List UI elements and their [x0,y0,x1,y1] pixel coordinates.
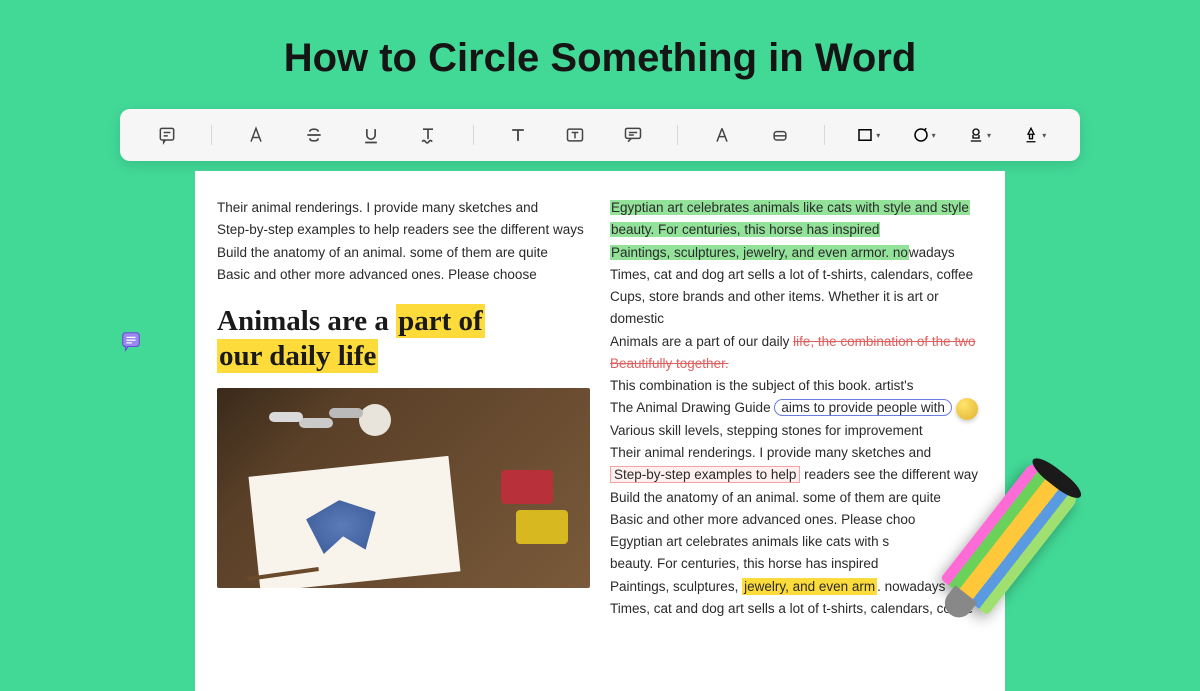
text-icon[interactable] [505,122,531,148]
document-page: Their animal renderings. I provide many … [195,171,1005,691]
strikethrough-text: Beautifully together. [610,356,729,371]
yellow-highlight: jewelry, and even arm [742,578,877,595]
body-text: Cups, store brands and other items. Whet… [610,286,983,331]
signature-button[interactable]: ▾ [1022,126,1046,144]
eraser-icon[interactable] [767,122,793,148]
highlighter-icon[interactable] [243,122,269,148]
strikethrough-icon[interactable] [301,122,327,148]
separator [824,125,825,145]
note-icon[interactable] [154,122,180,148]
green-highlight: Egyptian art celebrates animals like cat… [610,200,970,215]
circle-shape-button[interactable]: ▾ [912,126,936,144]
textbox-icon[interactable] [562,122,588,148]
pink-box-highlight: Step-by-step examples to help [610,466,800,483]
body-text: Times, cat and dog art sells a lot of t-… [610,264,983,286]
page-title: How to Circle Something in Word [0,0,1200,109]
separator [211,125,212,145]
chevron-down-icon: ▾ [932,131,936,140]
chevron-down-icon: ▾ [876,131,880,140]
annotation-toolbar: ▾ ▾ ▾ ▾ [120,109,1080,161]
body-text: Build the anatomy of an animal. some of … [217,242,590,264]
green-highlight: Paintings, sculptures, jewelry, and even… [610,245,909,260]
body-text: This combination is the subject of this … [610,375,983,397]
pencil-icon[interactable] [709,122,735,148]
chevron-down-icon: ▾ [987,131,991,140]
yellow-highlight: part of [396,304,485,338]
article-photo [217,388,590,588]
body-text: Their animal renderings. I provide many … [217,197,590,219]
stamp-button[interactable]: ▾ [967,126,991,144]
sphere-decoration [956,398,978,420]
green-highlight: beauty. For centuries, this horse has in… [610,222,880,237]
strikethrough-text: life, the combination of the two [793,334,975,349]
body-text: Basic and other more advanced ones. Plea… [217,264,590,286]
highlighter-pen-decoration [920,455,1100,635]
yellow-highlight: our daily life [217,339,378,373]
separator [473,125,474,145]
chevron-down-icon: ▾ [1042,131,1046,140]
circled-text: aims to provide people with [774,399,952,416]
callout-icon[interactable] [620,122,646,148]
underline-icon[interactable] [358,122,384,148]
body-text: Step-by-step examples to help readers se… [217,219,590,241]
separator [677,125,678,145]
squiggle-underline-icon[interactable] [415,122,441,148]
left-column: Their animal renderings. I provide many … [217,197,590,691]
margin-note-icon[interactable] [120,330,142,352]
article-heading: Animals are a part of our daily life [217,304,590,374]
rectangle-shape-button[interactable]: ▾ [856,126,880,144]
body-text: Various skill levels, stepping stones fo… [610,420,983,442]
